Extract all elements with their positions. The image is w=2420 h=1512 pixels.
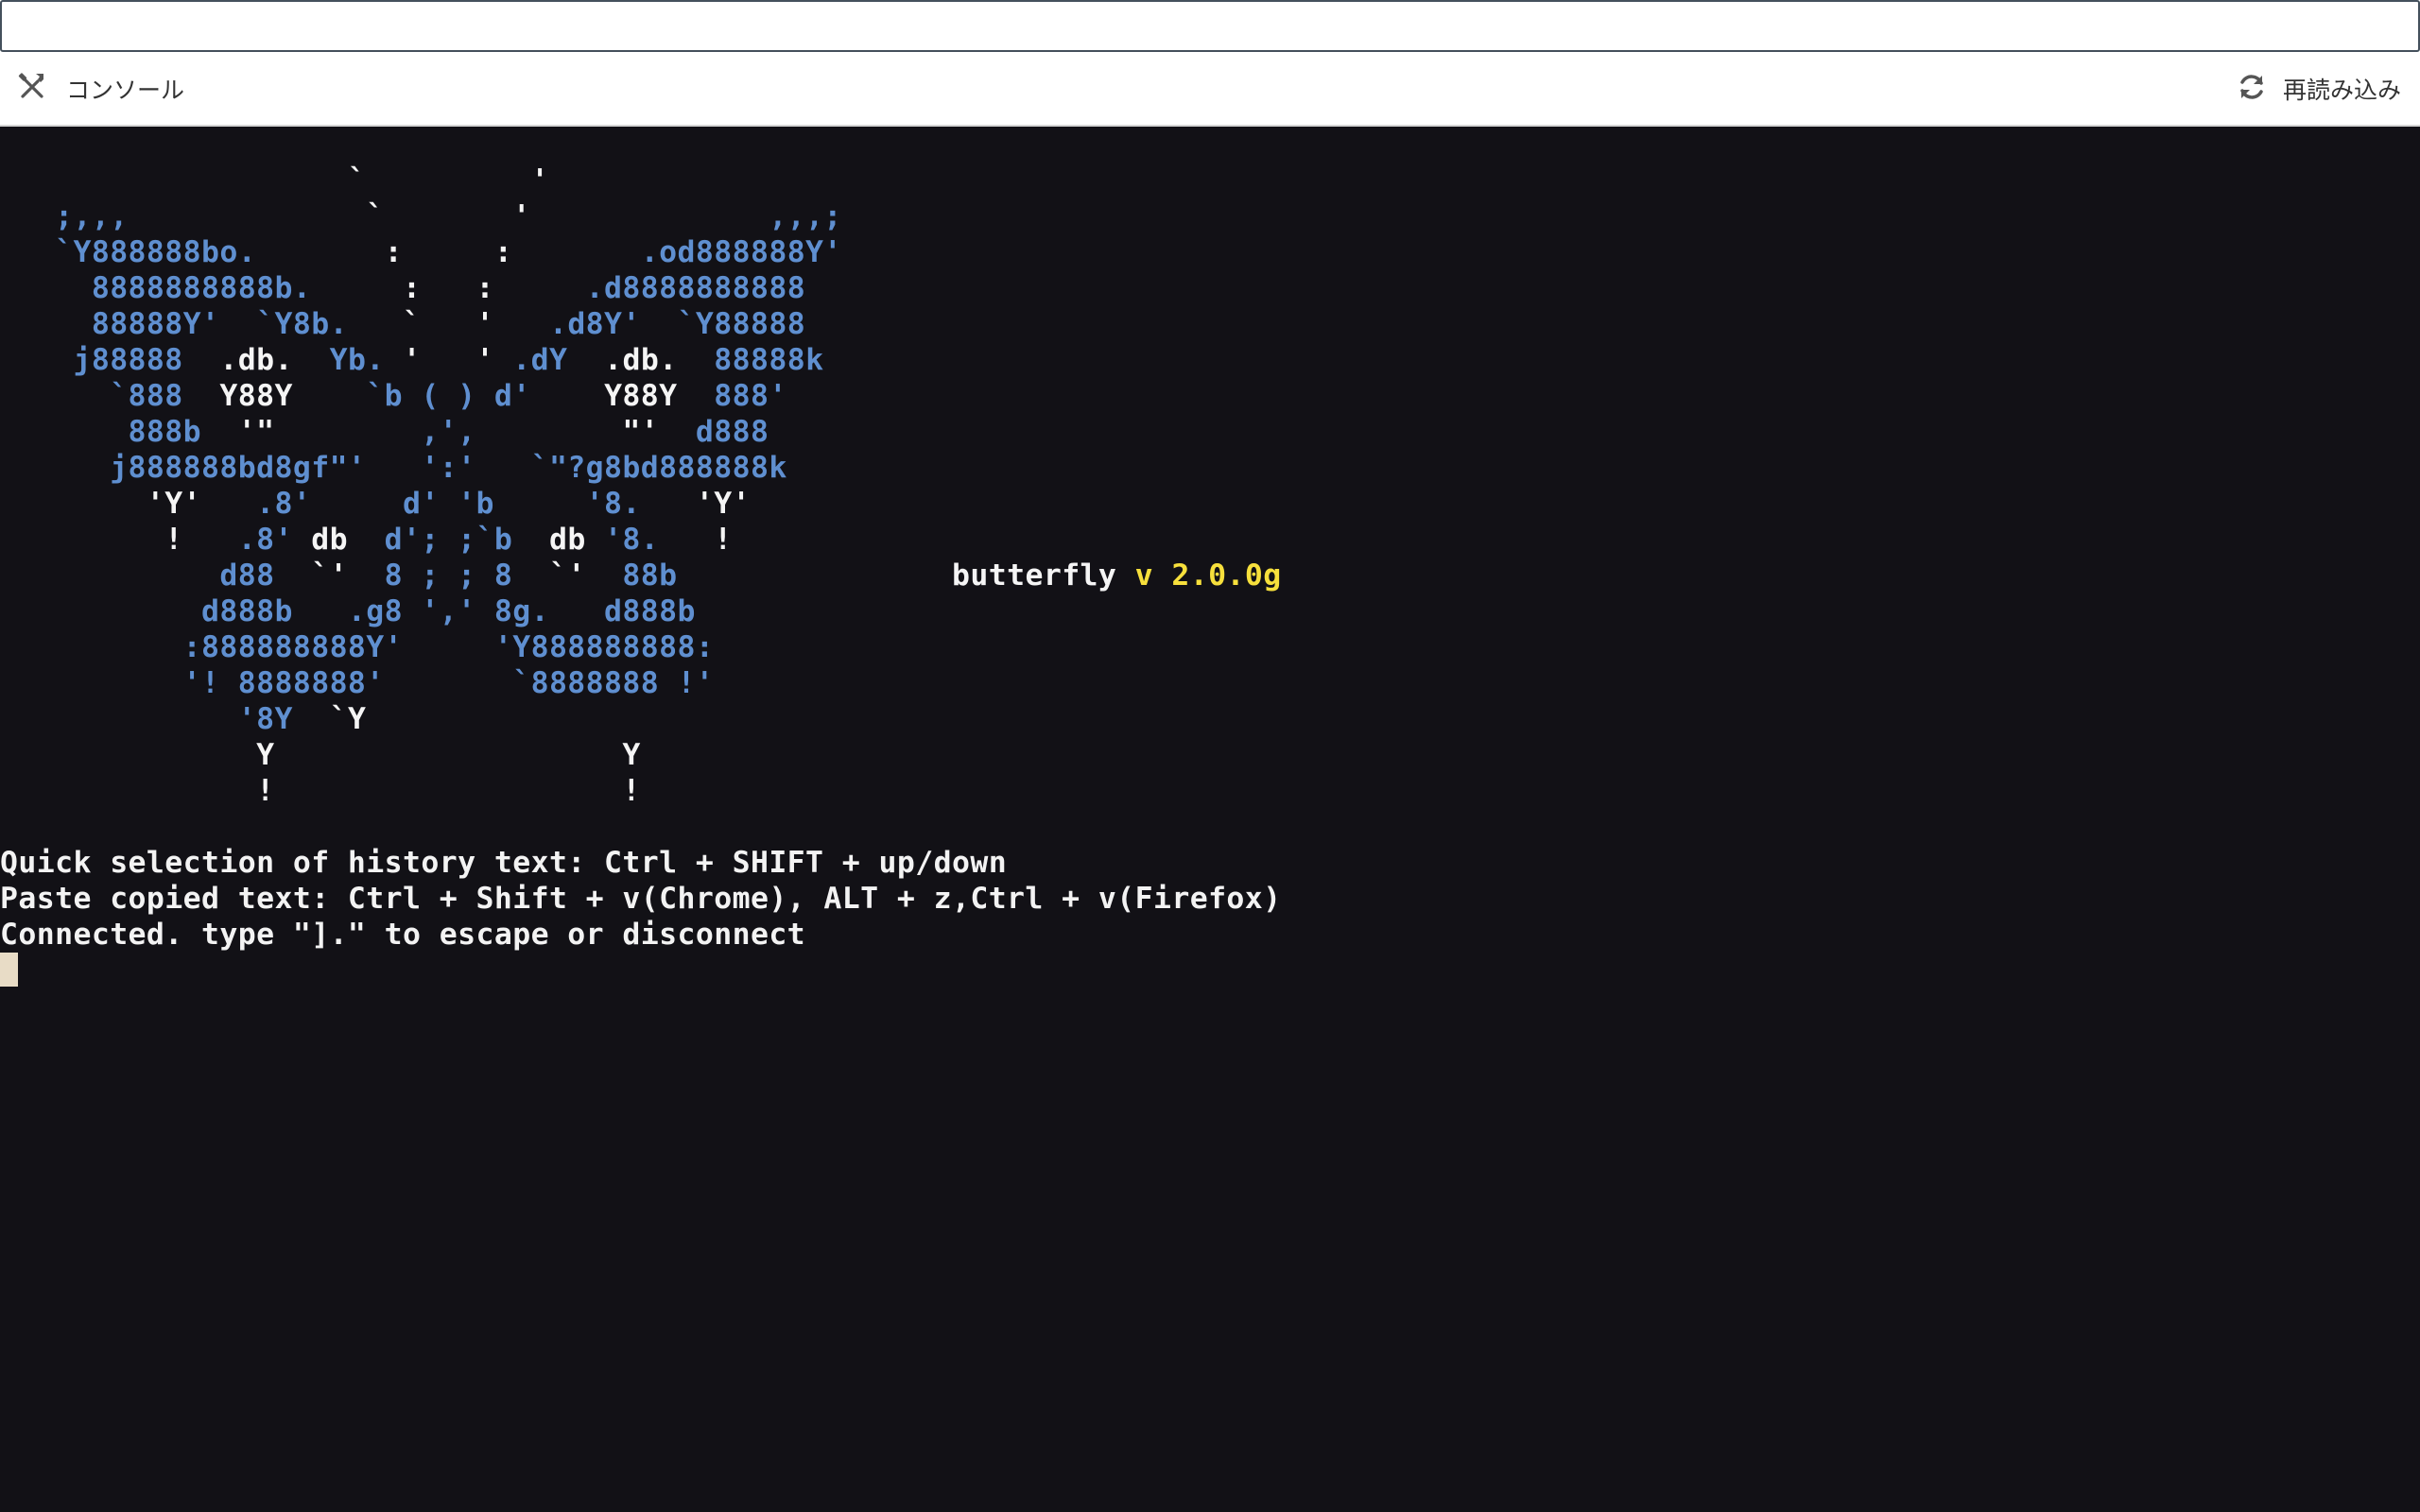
terminal-screen[interactable]: ` ' ;,,, ` ' ,,,; `Y888888bo. : : .od888… bbox=[0, 127, 2420, 1512]
butterfly-ascii-art: ` ' ;,,, ` ' ,,,; `Y888888bo. : : .od888… bbox=[0, 163, 1282, 808]
help-line: Paste copied text: Ctrl + Shift + v(Chro… bbox=[0, 882, 1282, 916]
command-input[interactable] bbox=[0, 0, 2420, 52]
app-version: v 2.0.0g bbox=[1134, 558, 1282, 593]
reload-button[interactable]: 再読み込み bbox=[2236, 68, 2401, 110]
status-line: Connected. type "]." to escape or discon… bbox=[0, 918, 806, 952]
console-button[interactable]: コンソール bbox=[15, 68, 184, 110]
refresh-icon bbox=[2236, 71, 2268, 107]
help-line: Quick selection of history text: Ctrl + … bbox=[0, 846, 1008, 880]
tools-icon bbox=[15, 70, 49, 108]
app-name: butterfly bbox=[952, 558, 1117, 593]
terminal-cursor bbox=[0, 953, 18, 987]
command-bar bbox=[0, 0, 2420, 55]
console-label: コンソール bbox=[66, 77, 185, 104]
terminal-output: ` ' ;,,, ` ' ,,,; `Y888888bo. : : .od888… bbox=[0, 163, 1282, 988]
toolbar: コンソール 再読み込み bbox=[0, 55, 2420, 127]
reload-label: 再読み込み bbox=[2282, 77, 2401, 104]
